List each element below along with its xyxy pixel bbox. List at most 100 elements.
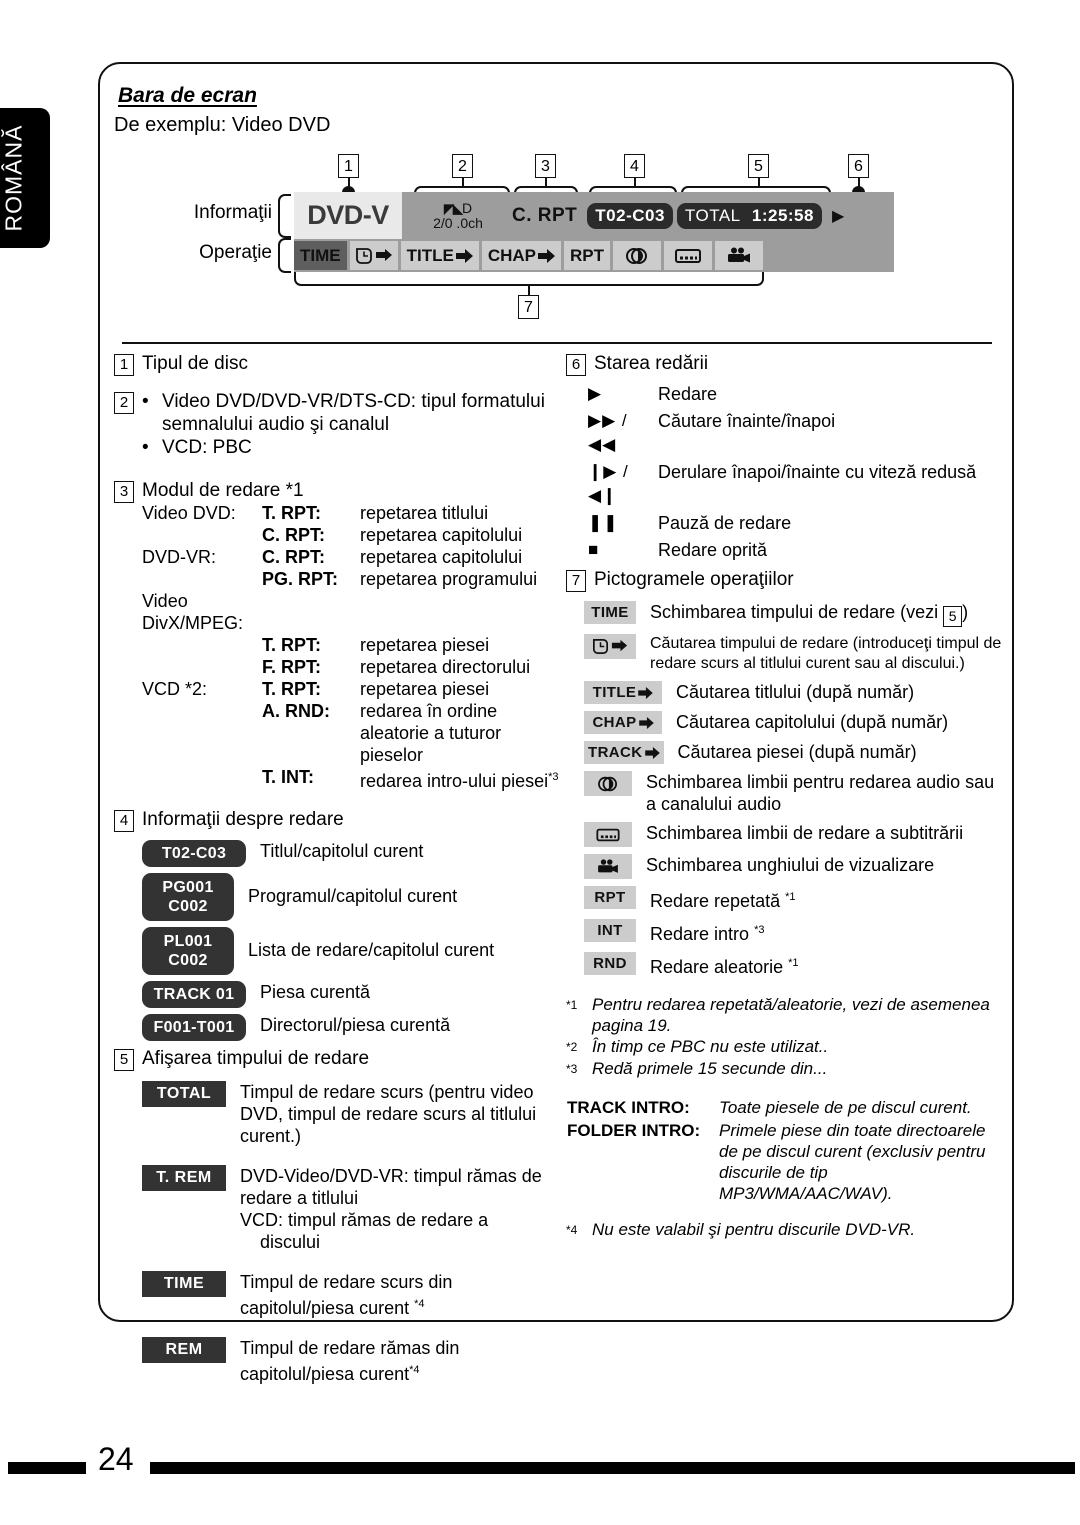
operation-row: TIME TITLE CHAP RPT [294, 239, 894, 272]
callout-4: 4 [624, 154, 645, 178]
title-search-button[interactable]: TITLE [400, 241, 479, 270]
slow-forward-reverse-icon: ❙▶ / ◀❙ [588, 462, 629, 505]
item-title: Pictogramele operaţiilor [594, 569, 794, 590]
list-item: PL001 C002 Lista de redare/capitolul curen… [142, 927, 564, 975]
playback-info-badge-list: T02-C03 Titlul/capitolul curent PG001 C002 P… [142, 840, 564, 1041]
list-item: RND Redare aleatorie *1 [566, 952, 1006, 978]
mode-desc-cell [360, 590, 564, 634]
item-number: 5 [114, 1049, 134, 1071]
screen-bar-diagram: 1 2 3 4 5 6 Informaţii Operaţie DVD-V ◤◣… [100, 144, 1016, 324]
bullet-marker: • [142, 437, 149, 458]
table-row: A. RND: redarea în ordine aleatorie a tut… [142, 700, 564, 766]
badge-description: Programul/capitolul curent [248, 886, 458, 906]
example-label: De exemplu: Video DVD [114, 114, 331, 136]
list-item-5: 5 Afişarea timpului de redare [114, 1047, 564, 1071]
list-item: ▶ Redare [566, 382, 1006, 406]
disc-type-cell: DVD-VR: [142, 547, 217, 567]
badge-description: Lista de redare/capitolul curent [248, 940, 495, 960]
bullet-text: Video DVD/DVD-VR/DTS-CD: tipul formatulu… [162, 391, 545, 435]
random-key[interactable]: RND [584, 952, 636, 975]
stop-icon: ■ [588, 540, 600, 559]
state-label: Căutare înainte/înapoi [658, 411, 836, 431]
time-button[interactable]: TIME [294, 241, 347, 270]
subtitle-key[interactable] [584, 822, 632, 847]
operation-description: Căutarea piesei (după număr) [677, 742, 917, 762]
item-number: 2 [114, 392, 134, 414]
list-item: Schimbarea limbii pentru redarea audio s… [566, 771, 1006, 815]
table-row: VCD *2: T. RPT: repetarea piesei [142, 678, 564, 700]
audio-format-indicator: ◤◣D 2/0 .0ch [410, 199, 506, 231]
list-item-2: 2 • Video DVD/DVD-VR/DTS-CD: tipul forma… [114, 390, 564, 459]
list-item: T. REM DVD-Video/DVD-VR: timpul rămas de … [142, 1165, 564, 1253]
footer-rule-right [150, 1462, 1075, 1474]
callout-7-bracket [294, 272, 764, 286]
state-label: Pauză de redare [658, 513, 792, 533]
chapter-key[interactable]: CHAP [584, 711, 662, 734]
folder-track-badge: F001-T001 [142, 1014, 246, 1041]
item-title: Tipul de disc [142, 353, 248, 374]
mode-desc-cell: repetarea capitolului [360, 547, 523, 567]
angle-icon[interactable] [715, 241, 763, 270]
badge-description: Titlul/capitolul curent [260, 841, 424, 861]
program-chapter-badge: PG001 C002 [142, 873, 234, 921]
repeat-key[interactable]: RPT [584, 886, 636, 909]
table-row: T. INT: redarea intro-ului piesei*3 [142, 766, 564, 792]
oper-row-bracket [278, 238, 291, 273]
list-item: T02-C03 Titlul/capitolul curent [142, 840, 564, 867]
item-title: Informaţii despre redare [142, 809, 344, 830]
item-number: 4 [114, 810, 134, 832]
mode-desc-cell: redarea în ordine aleatorie a tuturor pi… [360, 701, 502, 765]
callout-5: 5 [748, 154, 769, 178]
clock-arrow-icon[interactable] [349, 241, 398, 270]
badge-line: TRACK 01 [153, 986, 235, 1003]
track-key[interactable]: TRACK [584, 741, 664, 764]
list-item: PG001 C002 Programul/capitolul curent [142, 873, 564, 921]
footnote-marker: *3 [566, 1062, 578, 1076]
list-item: ▶▶ / ◀◀ Căutare înainte/înapoi [566, 409, 1006, 457]
repeat-button[interactable]: RPT [564, 241, 610, 270]
audio-key[interactable] [584, 771, 632, 796]
mode-code-cell: F. RPT: [262, 657, 322, 677]
intro-term: TRACK INTRO: [567, 1098, 690, 1117]
mode-desc-cell: repetarea piesei [360, 635, 490, 655]
footnote: *3 Redă primele 15 secunde din... [566, 1058, 1006, 1080]
operation-description: Redare repetată *1 [650, 891, 796, 911]
list-item: F001-T001 Directorul/piesa curentă [142, 1014, 564, 1041]
intro-key[interactable]: INT [584, 919, 636, 942]
title-chapter-indicator: T02-C03 [587, 202, 673, 229]
table-row: Video DivX/MPEG: [142, 590, 564, 634]
time-search-key[interactable] [584, 634, 636, 659]
oper-row-label: Operaţie [199, 242, 272, 263]
on-screen-bar: DVD-V ◤◣D 2/0 .0ch C. RPT T02-C03 TOTAL … [294, 192, 894, 272]
left-column: 1 Tipul de disc 2 • Video DVD/DVD-VR/DTS… [114, 352, 564, 1403]
callout-1: 1 [338, 154, 359, 178]
callout-3: 3 [535, 154, 556, 178]
badge-description: Piesa curentă [260, 982, 371, 1002]
playback-time-indicator: TOTAL 1:25:58 [676, 202, 822, 229]
state-label: Redare oprită [658, 540, 768, 560]
audio-icon[interactable] [613, 241, 661, 270]
footnote-marker: *1 [566, 998, 578, 1012]
list-item-1: 1 Tipul de disc [114, 352, 564, 376]
intro-term: FOLDER INTRO: [567, 1121, 701, 1140]
playlist-chapter-badge: PL001 C002 [142, 927, 234, 975]
title-key[interactable]: TITLE [584, 681, 662, 704]
subtitle-icon[interactable] [664, 241, 712, 270]
op-key-label: TITLE [592, 684, 637, 701]
list-item-4: 4 Informaţii despre redare [114, 808, 564, 832]
item-number: 1 [114, 354, 134, 376]
footnote-text: În timp ce PBC nu este utilizat.. [592, 1037, 829, 1056]
mode-code-cell: A. RND: [262, 701, 330, 721]
list-item: INT Redare intro *3 [566, 919, 1006, 945]
footnote-4: *4 Nu este valabil şi pentru discurile D… [566, 1219, 1006, 1241]
time-key[interactable]: TIME [584, 601, 636, 624]
disc-type-cell [142, 700, 262, 766]
chapter-search-button[interactable]: CHAP [481, 241, 561, 270]
disc-type-indicator: DVD-V [294, 192, 402, 239]
list-item: REM Timpul de redare rămas din capitolul/… [142, 1337, 564, 1385]
section-divider [122, 342, 992, 344]
dolby-digital-icon: ◤◣D [443, 199, 473, 216]
list-item: TIME Schimbarea timpului de redare (vezi … [566, 601, 1006, 627]
angle-key[interactable] [584, 854, 632, 879]
time-badge: TIME [142, 1271, 226, 1297]
